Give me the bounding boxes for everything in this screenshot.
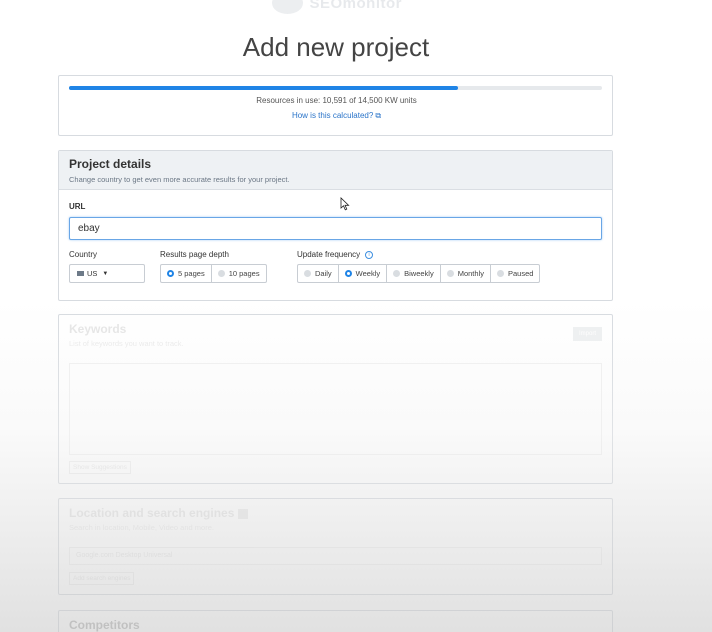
frequency-option-label: Paused	[507, 269, 534, 278]
project-details-header: Project details Change country to get ev…	[59, 151, 612, 190]
mouse-cursor-icon	[340, 197, 350, 211]
search-engine-value: Google.com Desktop Universal	[76, 552, 173, 559]
depth-option-label: 10 pages	[228, 269, 260, 278]
usage-card: Resources in use: 10,591 of 14,500 KW un…	[58, 75, 613, 136]
frequency-option-weekly[interactable]: Weekly	[337, 264, 388, 283]
keywords-textarea[interactable]	[69, 363, 602, 455]
radio-empty-icon	[496, 270, 504, 277]
info-icon[interactable]: i	[365, 251, 373, 259]
location-subtitle: Search in location, Mobile, Video and mo…	[69, 523, 214, 532]
country-select[interactable]: US ▼	[69, 264, 145, 283]
frequency-option-biweekly[interactable]: Biweekly	[386, 264, 441, 283]
project-details-card: Project details Change country to get ev…	[58, 150, 613, 301]
usage-progress-bar	[69, 86, 602, 90]
page-title: Add new project	[242, 32, 430, 62]
frequency-option-monthly[interactable]: Monthly	[439, 264, 491, 283]
keywords-card: Keywords List of keywords you want to tr…	[58, 314, 613, 484]
how-calculated-link[interactable]: How is this calculated? ⧉	[59, 111, 614, 121]
caret-down-icon: ▼	[102, 270, 109, 277]
competitors-title: Competitors	[69, 618, 140, 632]
usage-progress-fill	[69, 86, 459, 90]
country-label: Country	[69, 250, 98, 259]
project-details-subtitle: Change country to get even more accurate…	[69, 175, 290, 184]
keywords-subtitle: List of keywords you want to track.	[69, 339, 184, 348]
radio-empty-icon	[304, 270, 311, 277]
keywords-title: Keywords	[69, 322, 127, 336]
add-search-engines-button[interactable]: Add search engines	[69, 572, 135, 585]
competitors-card: Competitors	[58, 610, 613, 632]
how-calculated-label: How is this calculated?	[291, 111, 374, 120]
country-value: US	[87, 269, 98, 278]
location-title-text: Location and search engines	[69, 506, 235, 520]
import-button[interactable]: Import	[573, 327, 602, 341]
frequency-options: Daily Weekly Biweekly Monthly Paused	[297, 264, 541, 283]
logo-mark-icon	[272, 0, 304, 14]
frequency-label: Update frequency	[297, 250, 361, 259]
frequency-option-paused[interactable]: Paused	[489, 264, 541, 283]
frequency-option-label: Biweekly	[404, 269, 434, 278]
frequency-option-label: Monthly	[457, 269, 484, 278]
depth-option-5-pages[interactable]: 5 pages	[160, 264, 212, 283]
info-badge-icon	[238, 508, 249, 519]
depth-label: Results page depth	[160, 250, 229, 259]
url-label: URL	[69, 202, 86, 211]
radio-empty-icon	[446, 270, 454, 277]
radio-selected-icon	[167, 270, 174, 277]
us-flag-icon	[77, 271, 84, 276]
show-suggestions-button[interactable]: Show Suggestions	[69, 461, 131, 474]
url-input[interactable]	[69, 217, 602, 240]
frequency-option-daily[interactable]: Daily	[297, 264, 339, 283]
location-title: Location and search engines	[69, 506, 249, 520]
external-link-icon: ⧉	[375, 111, 382, 120]
resources-text: Resources in use: 10,591 of 14,500 KW un…	[256, 96, 417, 105]
brand-logo: SEOmonitor	[272, 0, 402, 14]
radio-empty-icon	[393, 270, 401, 277]
depth-options: 5 pages 10 pages	[160, 264, 267, 283]
depth-option-label: 5 pages	[178, 269, 205, 278]
frequency-option-label: Daily	[315, 269, 332, 278]
search-engine-tag[interactable]: Google.com Desktop Universal	[69, 547, 602, 565]
frequency-option-label: Weekly	[355, 269, 381, 278]
location-card: Location and search engines Search in lo…	[58, 498, 613, 595]
radio-empty-icon	[217, 270, 225, 277]
project-details-title: Project details	[69, 157, 152, 171]
depth-option-10-pages[interactable]: 10 pages	[210, 264, 267, 283]
logo-text: SEOmonitor	[309, 0, 402, 12]
radio-selected-icon	[344, 270, 352, 277]
